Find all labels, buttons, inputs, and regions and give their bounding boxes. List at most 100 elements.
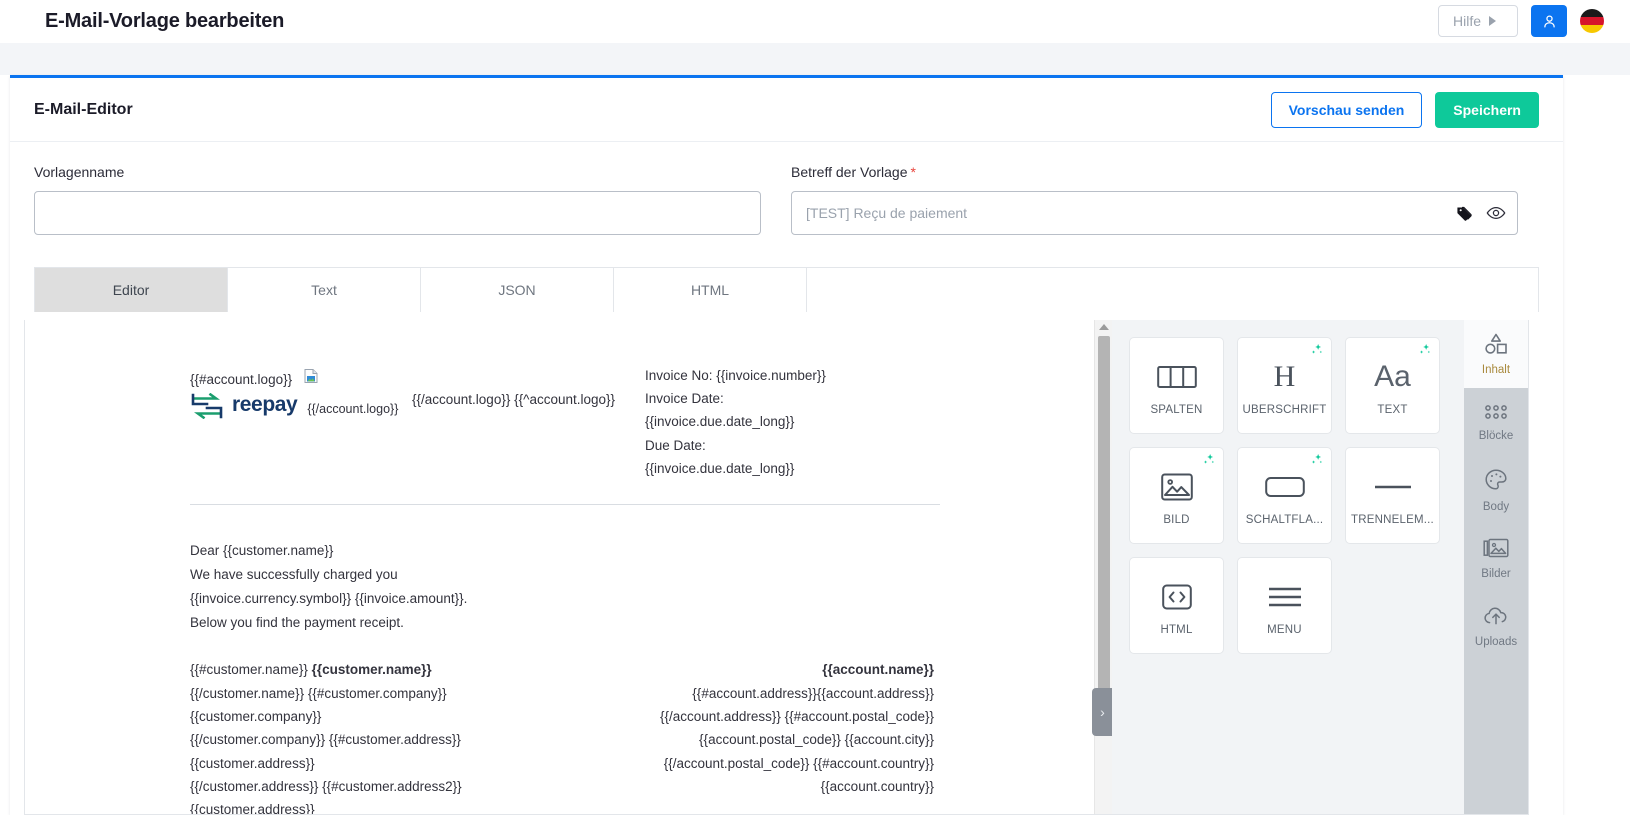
- germany-flag-icon[interactable]: [1580, 9, 1604, 33]
- scroll-up-arrow-icon[interactable]: [1099, 324, 1109, 330]
- columns-icon: [1156, 356, 1197, 398]
- subject-input-icons: [1456, 191, 1506, 235]
- tab-editor[interactable]: Editor: [35, 268, 228, 312]
- invoice-line: {{invoice.due.date_long}}: [645, 460, 795, 476]
- code-icon: [1161, 576, 1192, 618]
- template-name-field: Vorlagenname: [34, 164, 761, 235]
- template-subject-field: Betreff der Vorlage *: [791, 164, 1518, 235]
- broken-image-icon: [303, 368, 319, 384]
- account-line: {{/account.address}} {{#account.postal_c…: [660, 708, 934, 724]
- card-header-actions: Vorschau senden Speichern: [1270, 91, 1539, 128]
- customer-line: {{customer.address}}: [190, 755, 315, 771]
- block-label: MENÜ: [1267, 623, 1302, 636]
- invoice-line: Invoice Date:: [645, 391, 724, 407]
- customer-line: {{/customer.address}} {{#customer.addres…: [190, 778, 462, 794]
- account-line: {{account.country}}: [820, 778, 934, 794]
- images-icon: [1483, 537, 1509, 564]
- customer-line: {{/customer.company}} {{#customer.addres…: [190, 732, 461, 748]
- block-tile-trennelement[interactable]: TRENNELEM...: [1345, 447, 1440, 544]
- block-tile-menue[interactable]: MENÜ: [1237, 557, 1332, 654]
- ai-sparkle-icon: [1202, 453, 1216, 472]
- form-row: Vorlagenname Betreff der Vorlage *: [10, 142, 1563, 235]
- reepay-arrows-icon: [190, 392, 224, 420]
- block-tile-text[interactable]: Aa TEXT: [1345, 337, 1440, 434]
- rail-item-bloecke[interactable]: Blöcke: [1464, 388, 1528, 456]
- tag-icon[interactable]: [1456, 205, 1473, 222]
- account-line: {{account.postal_code}} {{account.city}}: [699, 732, 934, 748]
- rail-item-body[interactable]: Body: [1464, 456, 1528, 524]
- logo-close-tag-2: {{/account.logo}}: [307, 402, 399, 417]
- panel-collapse-toggle[interactable]: ›: [1092, 688, 1112, 736]
- heading-icon: H: [1273, 359, 1296, 393]
- block-label: TEXT: [1377, 403, 1408, 416]
- block-tile-html[interactable]: HTML: [1129, 557, 1224, 654]
- logo-open-tag: {{#account.logo}}: [190, 372, 293, 387]
- customer-line: {{/customer.name}} {{#customer.company}}: [190, 685, 447, 701]
- canvas-scrollbar-thumb[interactable]: [1098, 336, 1110, 704]
- tab-filler: [807, 268, 1538, 312]
- tab-json[interactable]: JSON: [421, 268, 614, 312]
- block-label: BILD: [1163, 513, 1190, 526]
- rail-label: Inhalt: [1481, 363, 1511, 376]
- rail-item-bilder[interactable]: Bilder: [1464, 524, 1528, 592]
- image-icon: [1160, 466, 1193, 508]
- divider-line: [190, 504, 940, 506]
- block-label: HTML: [1160, 623, 1193, 636]
- eye-icon[interactable]: [1486, 203, 1506, 223]
- email-address-row: {{#customer.name}} {{customer.name}} {{/…: [190, 658, 934, 814]
- send-preview-button[interactable]: Vorschau senden: [1270, 91, 1423, 128]
- play-triangle-icon: [1489, 16, 1497, 26]
- template-subject-input[interactable]: [791, 191, 1518, 235]
- editor-panel: {{#account.logo}} {{/account.logo}} {{^a…: [24, 320, 1529, 815]
- menu-icon: [1267, 576, 1303, 618]
- ai-sparkle-icon: [1310, 453, 1324, 472]
- help-button[interactable]: Hilfe: [1438, 5, 1518, 37]
- block-tile-schaltflaeche[interactable]: SCHALTFLÄ...: [1237, 447, 1332, 544]
- invoice-line: Invoice No: {{invoice.number}}: [645, 368, 826, 383]
- block-label: SCHALTFLÄ...: [1245, 513, 1324, 526]
- rail-item-uploads[interactable]: Uploads: [1464, 592, 1528, 660]
- block-label: SPALTEN: [1150, 403, 1203, 416]
- rail-label: Body: [1482, 500, 1510, 513]
- invoice-meta-cell[interactable]: Invoice No: {{invoice.number}} Invoice D…: [645, 344, 905, 480]
- save-button[interactable]: Speichern: [1435, 91, 1539, 128]
- customer-line: {{customer.address}}: [190, 802, 315, 814]
- block-tile-ueberschrift[interactable]: H ÜBERSCHRIFT: [1237, 337, 1332, 434]
- template-name-input-wrap: [34, 191, 761, 235]
- editor-tabs: Editor Text JSON HTML: [34, 267, 1539, 312]
- user-icon: [1543, 14, 1555, 27]
- email-canvas[interactable]: {{#account.logo}} {{/account.logo}} {{^a…: [25, 320, 1112, 814]
- blocks-panel: SPALTEN H ÜBERSCHRIFT Aa TEXT BILD SCHAL…: [1112, 320, 1464, 814]
- email-logo-cell[interactable]: {{#account.logo}} {{/account.logo}} {{^a…: [190, 344, 645, 420]
- app-bar: E-Mail-Vorlage bearbeiten Hilfe: [0, 0, 1630, 43]
- tab-text[interactable]: Text: [228, 268, 421, 312]
- template-name-input[interactable]: [34, 191, 761, 235]
- user-account-button[interactable]: [1531, 5, 1567, 37]
- editor-side-rail: Inhalt Blöcke Body Bilder Uploads: [1464, 320, 1528, 814]
- divider-icon: [1373, 466, 1413, 508]
- rail-label: Blöcke: [1478, 429, 1514, 442]
- greeting-line: Below you find the payment receipt.: [190, 615, 404, 631]
- email-canvas-page[interactable]: {{#account.logo}} {{/account.logo}} {{^a…: [25, 320, 1094, 814]
- app-bar-actions: Hilfe: [1438, 5, 1604, 37]
- email-header-row: {{#account.logo}} {{/account.logo}} {{^a…: [190, 344, 934, 480]
- required-asterisk: *: [910, 164, 916, 180]
- template-subject-label: Betreff der Vorlage *: [791, 164, 1518, 180]
- account-address-cell[interactable]: {{account.name}} {{#account.address}}{{a…: [617, 658, 934, 814]
- account-line: {{/account.postal_code}} {{#account.coun…: [663, 755, 934, 771]
- email-body: {{#account.logo}} {{/account.logo}} {{^a…: [25, 344, 1094, 814]
- card-title: E-Mail-Editor: [34, 100, 133, 118]
- template-subject-input-wrap: [791, 191, 1518, 235]
- customer-line: {{#customer.name}} {{customer.name}}: [190, 662, 432, 678]
- block-tile-bild[interactable]: BILD: [1129, 447, 1224, 544]
- invoice-line: Due Date:: [645, 437, 706, 453]
- tab-html[interactable]: HTML: [614, 268, 807, 312]
- email-greeting-block[interactable]: Dear {{customer.name}} We have successfu…: [190, 539, 934, 635]
- rail-label: Bilder: [1481, 567, 1511, 580]
- account-line: {{account.name}}: [822, 662, 934, 678]
- reepay-wordmark: reepay: [232, 393, 298, 417]
- rail-item-inhalt[interactable]: Inhalt: [1464, 320, 1528, 388]
- customer-address-cell[interactable]: {{#customer.name}} {{customer.name}} {{/…: [190, 658, 617, 814]
- block-tile-spalten[interactable]: SPALTEN: [1129, 337, 1224, 434]
- canvas-scrollbar[interactable]: [1094, 320, 1112, 814]
